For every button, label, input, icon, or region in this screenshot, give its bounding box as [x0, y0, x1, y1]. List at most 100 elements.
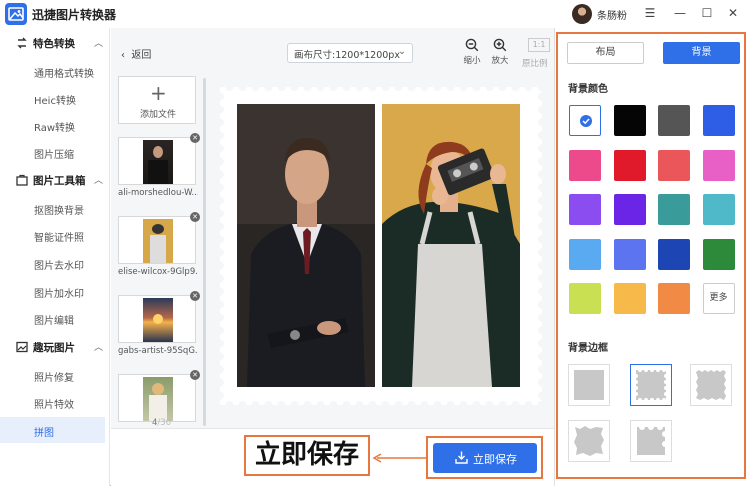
- section-feature-convert[interactable]: 特色转换 ︿: [0, 30, 110, 56]
- man-portrait-image: [237, 104, 375, 387]
- color-swatch[interactable]: [702, 194, 735, 225]
- canvas-size-select[interactable]: 画布尺寸:1200*1200px ⌄: [287, 43, 413, 63]
- sidebar-item-edit[interactable]: 图片编辑: [0, 305, 105, 331]
- tab-layout[interactable]: 布局: [567, 42, 644, 64]
- close-button[interactable]: ✕: [726, 6, 740, 20]
- thumbnail-image: [143, 219, 173, 263]
- sidebar-item-cutout[interactable]: 抠图换背景: [0, 195, 105, 221]
- border-option-plain[interactable]: [568, 364, 610, 406]
- remove-file-icon[interactable]: ✕: [190, 133, 200, 143]
- file-thumbnail[interactable]: ✕: [118, 133, 200, 185]
- border-option-torn[interactable]: [568, 420, 610, 462]
- file-thumbnail[interactable]: ✕: [118, 212, 200, 264]
- sidebar-item-raw[interactable]: Raw转换: [0, 112, 105, 138]
- color-swatch[interactable]: [613, 105, 646, 136]
- title-bar: 迅捷图片转换器 条肠粉 ☰ — ☐ ✕: [0, 0, 750, 28]
- original-ratio-label: 原比例: [522, 59, 548, 69]
- sidebar-item-heic[interactable]: Heic转换: [0, 85, 105, 111]
- section-fun-images[interactable]: 趣玩图片 ︿: [0, 334, 110, 360]
- list-item[interactable]: ✕ gabs-artist-95SqG...: [118, 291, 200, 356]
- background-border-title: 背景边框: [568, 343, 608, 354]
- collage-photo-2[interactable]: [382, 104, 520, 387]
- convert-icon: [17, 37, 27, 49]
- sidebar-item-photo-effects[interactable]: 照片特效: [0, 389, 105, 415]
- border-option-zigzag[interactable]: [690, 364, 732, 406]
- zoom-in-button[interactable]: 放大: [487, 38, 513, 66]
- color-swatch[interactable]: [569, 149, 601, 181]
- thumbnail-image: [143, 377, 173, 421]
- page-count: 4/30: [152, 418, 172, 428]
- border-zigzag-icon: [696, 370, 726, 400]
- file-thumbnail[interactable]: ✕: [118, 370, 200, 422]
- color-swatch[interactable]: [569, 238, 601, 270]
- app-title: 迅捷图片转换器: [32, 8, 117, 22]
- list-item[interactable]: ✕ elise-wilcox-9Glp9...: [118, 212, 200, 277]
- sidebar-item-remove-watermark[interactable]: 图片去水印: [0, 250, 105, 276]
- sidebar-item-id-photo[interactable]: 智能证件照: [0, 222, 105, 248]
- sidebar-item-format-convert[interactable]: 通用格式转换: [0, 58, 105, 84]
- chevron-up-icon: ︿: [94, 39, 104, 49]
- color-swatch[interactable]: [658, 149, 690, 181]
- zoom-in-icon: [493, 38, 507, 52]
- save-callout-label: 立即保存: [244, 435, 370, 476]
- list-item[interactable]: ✕: [118, 370, 200, 422]
- color-swatch[interactable]: [613, 149, 646, 181]
- color-swatch[interactable]: [613, 194, 646, 225]
- download-icon: [455, 451, 468, 464]
- color-swatch[interactable]: [613, 238, 646, 270]
- user-avatar[interactable]: [572, 4, 592, 24]
- chevron-left-icon: ‹: [121, 50, 125, 61]
- save-now-button[interactable]: 立即保存: [433, 443, 537, 473]
- color-swatch[interactable]: [658, 105, 690, 136]
- check-icon: [580, 115, 592, 127]
- back-button[interactable]: ‹ 返回: [121, 46, 151, 61]
- zoom-out-button[interactable]: 缩小: [459, 38, 485, 66]
- sidebar: 特色转换 ︿ 通用格式转换 Heic转换 Raw转换 图片压缩 图片工具箱 ︿ …: [0, 28, 110, 486]
- add-file-button[interactable]: + 添加文件: [118, 76, 196, 124]
- sidebar-item-add-watermark[interactable]: 图片加水印: [0, 278, 105, 304]
- color-swatch[interactable]: [613, 283, 646, 314]
- border-option-scallop[interactable]: [630, 420, 672, 462]
- color-swatch[interactable]: [569, 283, 601, 314]
- color-swatch[interactable]: [569, 194, 601, 225]
- color-swatch[interactable]: [569, 105, 601, 136]
- plus-icon: +: [150, 81, 167, 105]
- sidebar-item-collage[interactable]: 拼图: [0, 417, 105, 443]
- user-name[interactable]: 条肠粉: [597, 7, 627, 22]
- chevron-down-icon: ⌄: [398, 46, 406, 57]
- file-list-scrollbar[interactable]: [203, 78, 206, 426]
- color-swatch[interactable]: [658, 283, 690, 314]
- woman-portrait-image: [382, 104, 520, 387]
- image-icon: [16, 341, 28, 353]
- section-image-toolbox[interactable]: 图片工具箱 ︿: [0, 167, 110, 193]
- color-swatch[interactable]: [702, 105, 735, 136]
- chevron-up-icon: ︿: [94, 176, 104, 186]
- original-ratio-button[interactable]: 1:1: [528, 38, 550, 52]
- toolbox-icon: [16, 174, 28, 186]
- more-colors-button[interactable]: 更多: [702, 283, 735, 314]
- file-thumbnail[interactable]: ✕: [118, 291, 200, 343]
- sidebar-item-photo-repair[interactable]: 照片修复: [0, 362, 105, 388]
- tab-background[interactable]: 背景: [663, 42, 740, 64]
- color-swatch[interactable]: [658, 238, 690, 270]
- remove-file-icon[interactable]: ✕: [190, 370, 200, 380]
- border-option-stamp[interactable]: [630, 364, 672, 406]
- menu-icon[interactable]: ☰: [643, 6, 657, 20]
- remove-file-icon[interactable]: ✕: [190, 291, 200, 301]
- remove-file-icon[interactable]: ✕: [190, 212, 200, 222]
- color-swatch[interactable]: [658, 194, 690, 225]
- app-logo-icon: [5, 3, 27, 25]
- minimize-button[interactable]: —: [673, 6, 687, 20]
- section-label: 图片工具箱: [33, 175, 86, 187]
- zoom-out-icon: [465, 38, 479, 52]
- sidebar-item-compress[interactable]: 图片压缩: [0, 139, 105, 165]
- color-swatch[interactable]: [702, 149, 735, 181]
- list-item[interactable]: ✕ ali-morshedlou-W...: [118, 133, 200, 198]
- collage-photo-1[interactable]: [237, 104, 375, 387]
- file-list: + 添加文件 ✕ ali-morshedlou-W... ✕ elise-wil…: [118, 76, 202, 430]
- maximize-button[interactable]: ☐: [700, 6, 714, 20]
- section-label: 趣玩图片: [33, 342, 75, 354]
- color-swatch[interactable]: [702, 238, 735, 270]
- border-torn-icon: [574, 426, 604, 456]
- thumbnail-image: [143, 298, 173, 342]
